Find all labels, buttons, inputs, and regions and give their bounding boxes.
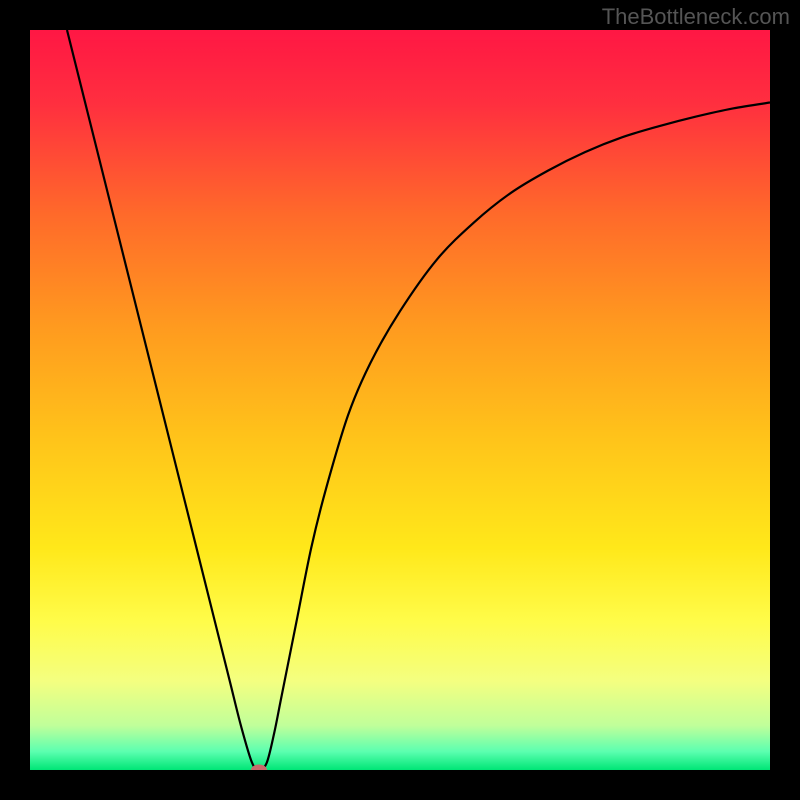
watermark-text: TheBottleneck.com <box>602 4 790 30</box>
minimum-marker <box>251 765 267 771</box>
plot-area <box>30 30 770 770</box>
bottleneck-curve <box>30 30 770 770</box>
chart-frame: TheBottleneck.com <box>0 0 800 800</box>
